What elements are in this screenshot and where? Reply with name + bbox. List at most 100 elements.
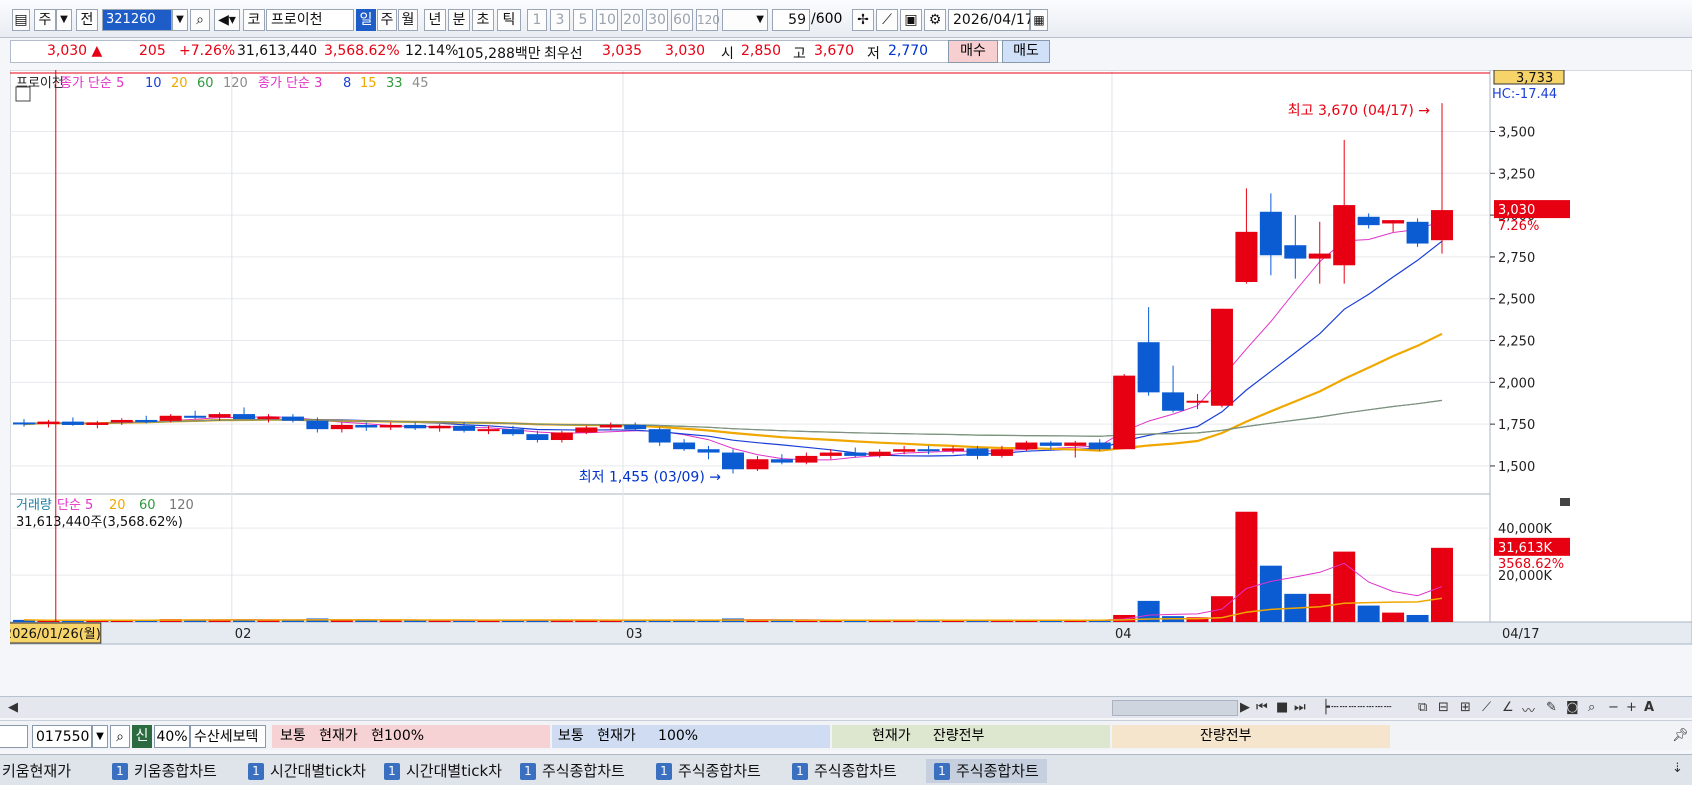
task-item[interactable]: 1 주식종합차트 — [792, 759, 897, 783]
sell-button[interactable]: 매도 — [1002, 40, 1050, 63]
calendar-icon[interactable]: ▦ — [1030, 9, 1048, 31]
zoom-icon[interactable]: ⌕ — [1588, 700, 1595, 715]
task-item-active[interactable]: 1 주식종합차트 — [926, 759, 1047, 783]
zoom-in-icon[interactable]: + — [1626, 700, 1637, 715]
period-year[interactable]: 년 — [424, 9, 446, 31]
save-icon[interactable]: ▣ — [900, 9, 922, 31]
speed-slider-icon[interactable]: ┝┄┄┄┄┄┄┄ — [1322, 700, 1393, 715]
volume-legend-item: 120 — [169, 498, 194, 513]
interval-120[interactable]: 120 — [696, 9, 720, 31]
order-pct[interactable]: 40% — [154, 725, 190, 748]
hc-readout: HC:-17.44 — [1492, 87, 1557, 102]
period-minute[interactable]: 분 — [448, 9, 470, 31]
count-input[interactable]: 59 — [772, 9, 810, 31]
interval-60[interactable]: 60 — [671, 9, 693, 31]
scroll-left-icon[interactable]: ◀ — [8, 700, 18, 715]
market-code[interactable]: 코 — [243, 9, 265, 31]
chevron-down-icon[interactable]: ▼ — [92, 725, 108, 748]
taskbar-down-icon[interactable]: ⇣ — [1672, 761, 1683, 776]
price-tick-label: 3,500 — [1498, 126, 1535, 141]
prev-button[interactable]: 전 — [76, 9, 98, 31]
candle-body — [208, 414, 231, 418]
task-item[interactable]: 1 키움종합차트 — [112, 759, 217, 783]
stop-icon[interactable]: ■ — [1276, 700, 1288, 715]
window-split-icon[interactable]: ⊟ — [1438, 700, 1449, 715]
modify-order-block[interactable]: 현재가 잔량전부 — [832, 725, 1110, 748]
pencil-icon[interactable]: ✎ — [1546, 700, 1557, 715]
interval-30[interactable]: 30 — [646, 9, 668, 31]
date-input[interactable]: 2026/04/17 — [948, 9, 1034, 31]
scroll-thumb[interactable] — [1112, 700, 1238, 716]
volume-bar — [1357, 605, 1380, 622]
interval-20[interactable]: 20 — [621, 9, 643, 31]
task-number: 1 — [112, 763, 128, 780]
crosshair-tool-icon[interactable]: ✢ — [852, 9, 874, 31]
font-size-icon[interactable]: A — [1644, 700, 1654, 715]
candle-body — [1088, 442, 1111, 450]
order-blank-field[interactable] — [0, 725, 28, 748]
pin-icon[interactable]: 📌︎ — [1672, 728, 1689, 743]
window-tile-icon[interactable]: ⧉ — [1418, 700, 1427, 715]
candle-body — [1382, 220, 1405, 224]
sell-order-block[interactable]: 보통 현재가 100% — [552, 725, 830, 748]
trend-tool-icon[interactable]: ⟋ — [876, 9, 898, 31]
interval-5[interactable]: 5 — [573, 9, 593, 31]
period-tick[interactable]: 틱 — [497, 9, 521, 31]
window-cascade-icon[interactable]: ⊞ — [1460, 700, 1471, 715]
gear-icon[interactable]: ⚙ — [924, 9, 946, 31]
interval-10[interactable]: 10 — [596, 9, 618, 31]
volume-legend-item: 20 — [109, 498, 126, 513]
chevron-down-icon: ▼ — [756, 14, 764, 25]
play-icon[interactable]: ▶ — [1240, 700, 1250, 715]
order-code-input[interactable]: 017550 — [32, 725, 92, 748]
candle-body — [575, 427, 598, 433]
task-label: 키움현재가 — [2, 762, 72, 780]
task-number: 1 — [384, 763, 400, 780]
period-week[interactable]: 주 — [377, 9, 397, 31]
search-icon[interactable]: ⌕ — [190, 9, 210, 31]
period-month[interactable]: 월 — [398, 9, 418, 31]
speaker-icon[interactable]: ◀▾ — [214, 9, 240, 31]
buy-button[interactable]: 매수 — [948, 40, 998, 63]
task-item[interactable]: 1 주식종합차트 — [656, 759, 761, 783]
camera-icon[interactable]: ◙ — [1566, 700, 1579, 715]
code-input[interactable]: 321260 — [102, 9, 172, 31]
search-icon[interactable]: ⌕ — [110, 725, 130, 748]
task-item[interactable]: 1 시간대별tick차 — [384, 759, 502, 783]
credit-badge[interactable]: 신 — [132, 725, 152, 748]
candle-body — [184, 415, 207, 418]
chevron-down-icon[interactable]: ▼ — [56, 9, 72, 31]
chart-area[interactable]: 3,5003,2503,0002,7502,5002,2502,0001,750… — [10, 70, 1692, 674]
draw-line-icon[interactable]: ⟋ — [1482, 700, 1491, 715]
market-tab[interactable]: 주 — [34, 9, 56, 31]
layout-icon[interactable]: ▤ — [12, 9, 30, 31]
interval-3[interactable]: 3 — [550, 9, 570, 31]
draw-angle-icon[interactable]: ∠ — [1502, 700, 1514, 715]
task-item[interactable]: 1 주식종합차트 — [520, 759, 625, 783]
period-second[interactable]: 초 — [472, 9, 494, 31]
period-day[interactable]: 일 — [356, 9, 376, 31]
rewind-icon[interactable]: ⏮ — [1256, 700, 1268, 715]
buy-order-block[interactable]: 보통 현재가 현100% — [272, 725, 550, 748]
candle-body — [599, 424, 622, 428]
low-price: 2,770 — [888, 43, 929, 59]
code-dropdown-icon[interactable]: ▼ — [172, 9, 188, 31]
order-stock-name[interactable]: 수산세보텍 — [190, 725, 266, 748]
candle-body — [330, 424, 353, 430]
interval-1[interactable]: 1 — [527, 9, 547, 31]
task-item[interactable]: 1 시간대별tick차 — [248, 759, 366, 783]
candle-body — [721, 452, 745, 470]
task-item[interactable]: 키움현재가 — [2, 759, 71, 783]
pane-close-icon — [1560, 498, 1570, 506]
high-annotation: 최고 3,670 (04/17) → — [1288, 103, 1430, 119]
fast-forward-icon[interactable]: ⏭ — [1294, 700, 1306, 715]
interval-custom-dropdown[interactable]: ▼ — [722, 9, 768, 31]
candle-body — [697, 449, 720, 453]
stock-name-field[interactable]: 프로이천 — [266, 9, 354, 31]
cancel-order-block[interactable]: 잔량전부 — [1112, 725, 1390, 748]
zoom-out-icon[interactable]: − — [1608, 700, 1619, 715]
task-number: 1 — [792, 763, 808, 780]
draw-wave-icon[interactable]: 〰 — [1522, 700, 1535, 719]
bid-price: 3,030 — [665, 43, 706, 59]
chart-canvas[interactable]: 3,5003,2503,0002,7502,5002,2502,0001,750… — [10, 70, 1692, 674]
